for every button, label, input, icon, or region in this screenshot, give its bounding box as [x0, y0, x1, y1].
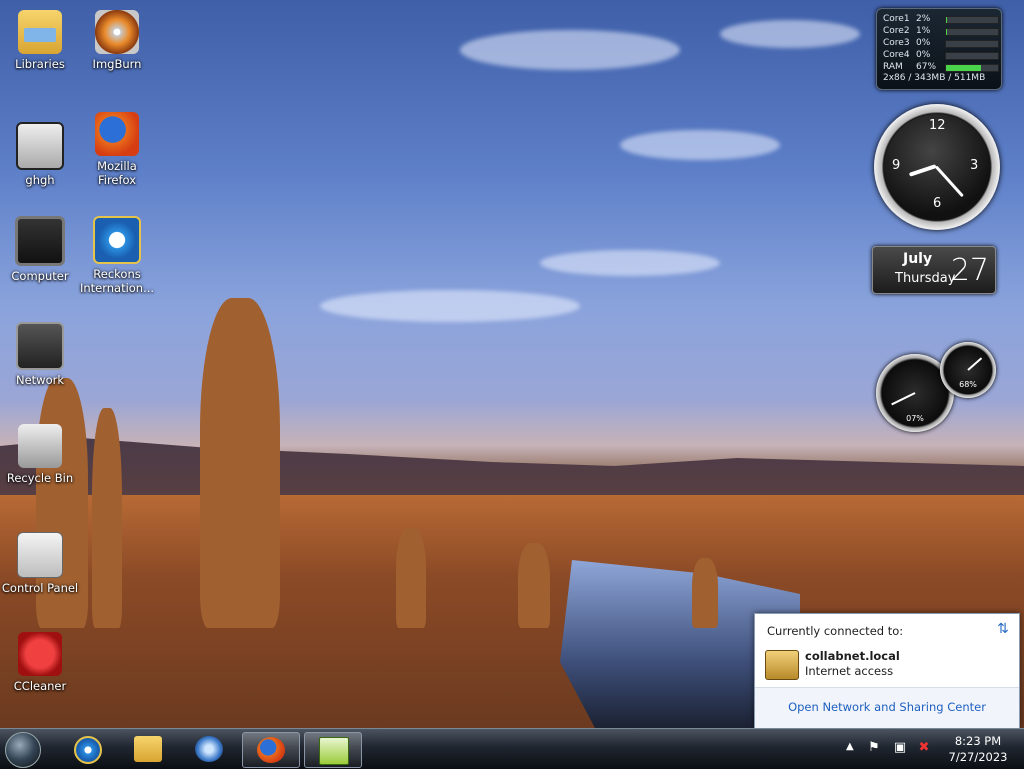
start-button[interactable]: [5, 732, 41, 768]
desktop-icon-libraries[interactable]: Libraries: [0, 10, 80, 71]
network-name: collabnet.local: [805, 649, 900, 663]
clock-hour-hand: [908, 164, 937, 177]
firefox-icon: [95, 112, 139, 156]
network-status-popup: Currently connected to: ⇅ collabnet.loca…: [754, 613, 1020, 729]
show-hidden-icons-arrow-icon[interactable]: ▲: [846, 741, 854, 752]
desktop-icon-reckons[interactable]: Reckons Internation...: [77, 216, 157, 295]
ram-row-label: RAM: [883, 62, 903, 72]
cpu-row-label: Core1: [883, 14, 910, 24]
cpu-dial-needle: [891, 392, 916, 406]
computer-icon: [15, 216, 65, 266]
refresh-icon[interactable]: ⇅: [995, 621, 1011, 637]
libraries-folder-icon: [18, 10, 62, 54]
cpu-row: Core3 0%: [883, 38, 999, 49]
calendar-weekday: Thursday: [895, 271, 956, 286]
desktop-icon-imgburn[interactable]: ImgBurn: [77, 10, 157, 71]
memory-dial-meter[interactable]: 68%: [940, 342, 996, 398]
cpu-dial-percent: 07%: [906, 414, 924, 423]
tray-clock[interactable]: 8:23 PM 7/27/2023: [940, 733, 1016, 765]
taskbar-button-explorer[interactable]: [120, 732, 176, 766]
cpu-row-bar: [945, 40, 999, 48]
firefox-icon: [257, 737, 285, 763]
desktop-icon-label: Libraries: [15, 57, 65, 71]
cpu-usage-gadget[interactable]: Core1 2% Core2 1% Core3 0% Core4 0% RAM …: [876, 8, 1002, 90]
cpu-row-bar: [945, 28, 999, 36]
document-icon: [16, 122, 64, 170]
cpu-row-value: 2%: [916, 14, 931, 24]
ccleaner-icon: [18, 632, 62, 676]
folder-icon: [134, 736, 162, 762]
clock-number: 9: [892, 158, 901, 173]
volume-muted-icon[interactable]: ✖: [916, 740, 932, 756]
cpu-row-value: 0%: [916, 50, 931, 60]
clock-number: 3: [970, 158, 979, 173]
control-panel-icon: [17, 532, 63, 578]
desktop-icon-label: ghgh: [25, 173, 55, 187]
desktop-icon-firefox[interactable]: Mozilla Firefox: [77, 112, 157, 187]
desktop-icon-network[interactable]: Network: [0, 322, 80, 387]
network-popup-header: Currently connected to:: [767, 624, 904, 638]
clock-gadget[interactable]: 12 3 6 9: [874, 104, 1000, 230]
cpu-row: Core1 2%: [883, 14, 999, 25]
taskbar-button-internet-explorer[interactable]: [60, 732, 116, 766]
calendar-day: 27: [950, 253, 989, 288]
cpu-row-bar: [945, 52, 999, 60]
calendar-gadget[interactable]: July Thursday 27: [872, 246, 996, 294]
desktop-icon-ccleaner[interactable]: CCleaner: [0, 632, 80, 693]
tray-time: 8:23 PM: [954, 734, 1002, 748]
network-bench-icon: [765, 650, 799, 680]
desktop-icon-computer[interactable]: Computer: [0, 216, 80, 283]
ram-row-bar: [945, 64, 999, 72]
open-network-sharing-center-link[interactable]: Open Network and Sharing Center: [755, 700, 1019, 714]
clock-number: 6: [933, 196, 942, 211]
taskbar-button-media-player[interactable]: [181, 732, 237, 766]
taskbar-button-firefox[interactable]: [242, 732, 300, 768]
desktop-icon-recycle-bin[interactable]: Recycle Bin: [0, 424, 80, 485]
cpu-row-label: Core3: [883, 38, 910, 48]
desktop-icon-label: Reckons Internation...: [79, 267, 155, 295]
tray-date: 7/27/2023: [948, 750, 1008, 764]
internet-explorer-icon: [74, 736, 102, 764]
cpu-row-label: Core4: [883, 50, 910, 60]
network-tray-icon[interactable]: ▣: [892, 740, 908, 756]
action-center-flag-icon[interactable]: ⚑: [866, 740, 882, 756]
desktop-icon-label: Computer: [11, 269, 69, 283]
network-icon: [16, 322, 64, 370]
notepad-plus-icon: [319, 737, 349, 765]
cpu-row-value: 1%: [916, 26, 931, 36]
calendar-month: July: [903, 251, 933, 267]
cpu-row-value: 0%: [916, 38, 931, 48]
cpu-row-bar: [945, 16, 999, 24]
ram-row: RAM 67%: [883, 62, 999, 73]
clock-number: 12: [929, 118, 946, 133]
desktop-icon-label: Mozilla Firefox: [97, 159, 137, 187]
network-access-status: Internet access: [805, 664, 894, 678]
desktop-icon-label: Network: [15, 373, 65, 387]
clock-minute-hand: [934, 165, 964, 198]
memory-dial-percent: 68%: [959, 380, 977, 389]
desktop-icon-label: Control Panel: [1, 581, 79, 595]
cpu-row: Core2 1%: [883, 26, 999, 37]
taskbar-button-notepad-plus[interactable]: [304, 732, 362, 768]
cpu-row-label: Core2: [883, 26, 910, 36]
taskbar: ▲ ⚑ ▣ ✖ 8:23 PM 7/27/2023: [0, 728, 1024, 769]
desktop-icon-ghgh[interactable]: ghgh: [0, 122, 80, 187]
cpu-row: Core4 0%: [883, 50, 999, 61]
recycle-bin-icon: [18, 424, 62, 468]
internet-explorer-icon: [93, 216, 141, 264]
desktop-icon-label: CCleaner: [13, 679, 67, 693]
media-player-icon: [195, 736, 223, 762]
memory-dial-needle: [967, 357, 983, 371]
ram-row-value: 67%: [916, 62, 937, 72]
clock-face: 12 3 6 9: [884, 114, 990, 220]
desktop-icon-label: Recycle Bin: [6, 471, 74, 485]
desktop-icon-control-panel[interactable]: Control Panel: [0, 532, 80, 595]
cpu-gadget-footer: 2x86 / 343MB / 511MB: [883, 73, 986, 83]
desktop-icon-label: ImgBurn: [92, 57, 142, 71]
imgburn-disc-icon: [95, 10, 139, 54]
